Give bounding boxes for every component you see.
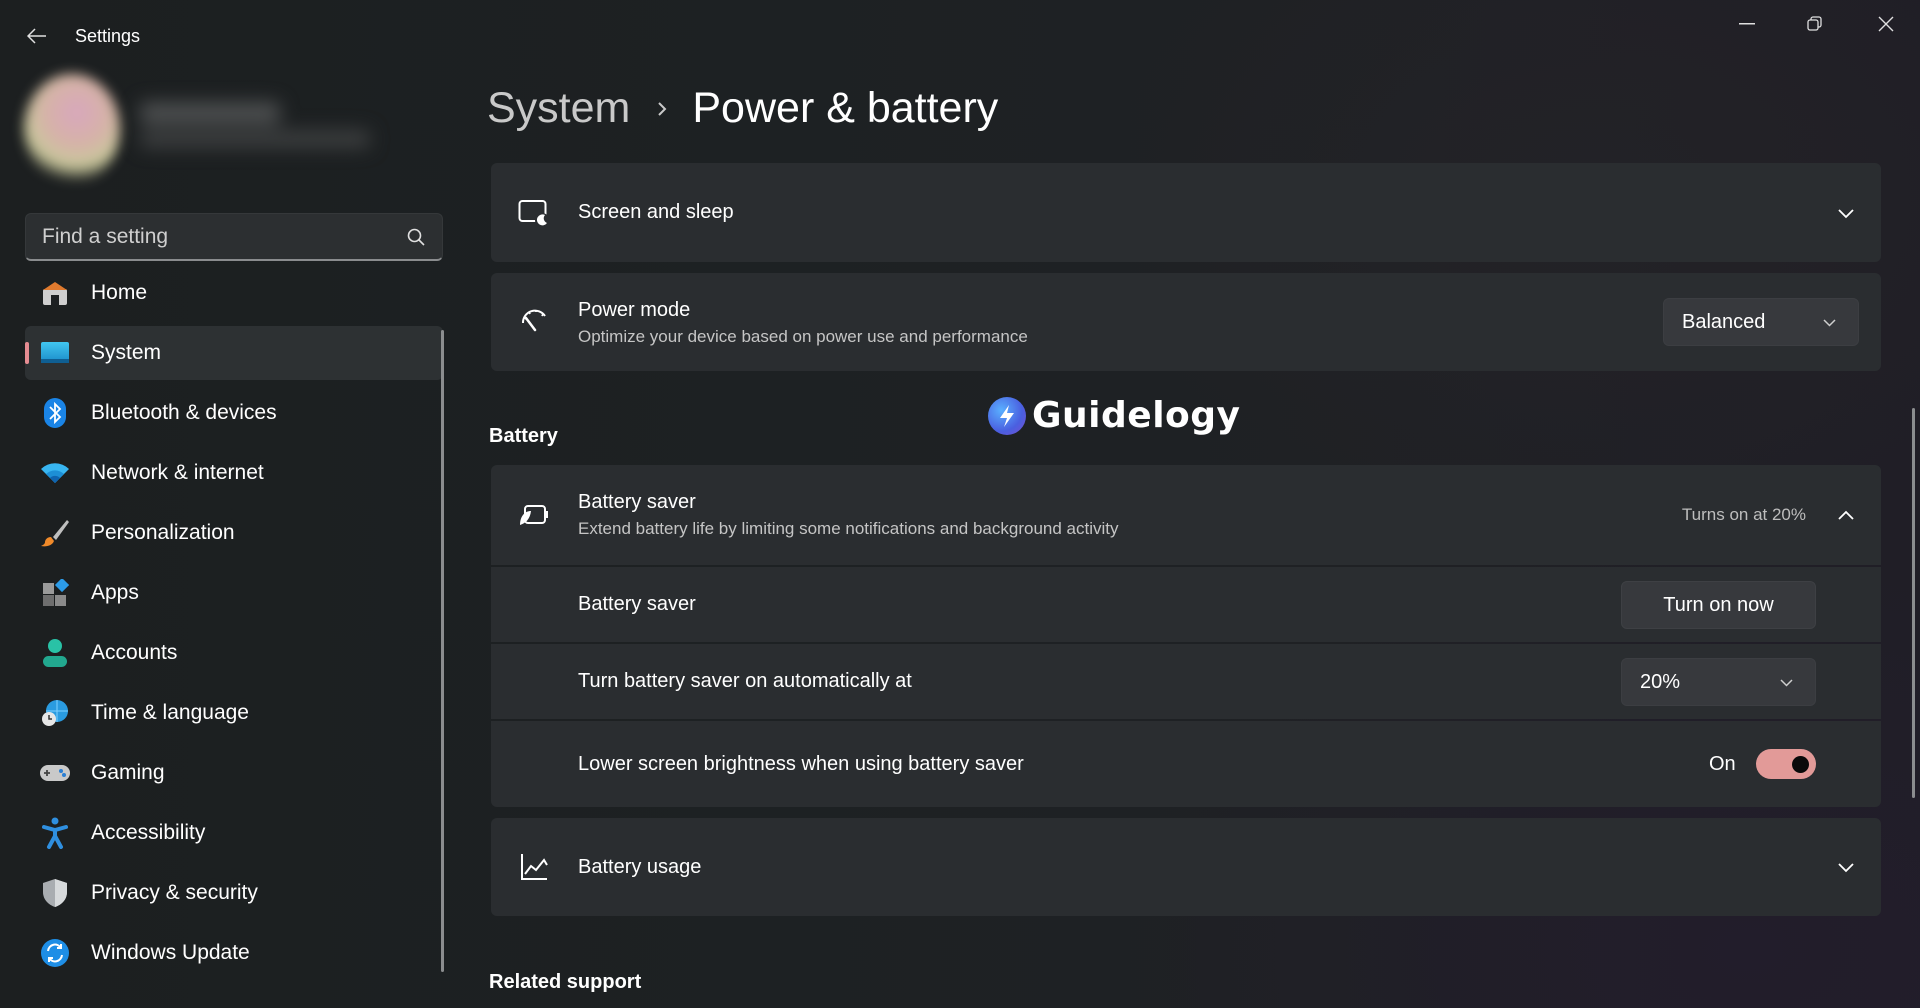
battery-saver-row-label: Battery saver	[578, 593, 696, 615]
lightning-logo-icon	[988, 396, 1026, 435]
main-scrollbar[interactable]	[1912, 408, 1915, 798]
lower-brightness-row: Lower screen brightness when using batte…	[491, 721, 1881, 807]
sidebar-item-label: Time & language	[91, 701, 249, 724]
auto-battery-saver-dropdown[interactable]: 20%	[1621, 658, 1816, 706]
auto-battery-saver-value: 20%	[1640, 670, 1681, 693]
sidebar-item-label: Gaming	[91, 761, 165, 784]
battery-usage-title: Battery usage	[578, 856, 702, 878]
related-support-heading: Related support	[489, 971, 642, 993]
system-display-icon	[39, 337, 71, 369]
sidebar-item-apps[interactable]: Apps	[25, 566, 443, 620]
battery-saver-row: Battery saver Turn on now	[491, 567, 1881, 642]
globe-clock-icon	[39, 697, 71, 729]
power-mode-subtitle: Optimize your device based on power use …	[578, 327, 1028, 346]
user-avatar[interactable]	[24, 74, 120, 184]
chevron-down-icon	[1780, 678, 1793, 687]
gamepad-icon	[39, 757, 71, 789]
update-icon	[39, 937, 71, 969]
power-mode-gauge-icon	[517, 304, 551, 338]
sidebar-item-system[interactable]: System	[25, 326, 443, 380]
battery-usage-card[interactable]: Battery usage	[491, 818, 1881, 916]
auto-battery-saver-label: Turn battery saver on automatically at	[578, 670, 912, 692]
bluetooth-icon	[39, 397, 71, 429]
accessibility-icon	[39, 817, 71, 849]
watermark-text: Guidelogy	[1032, 395, 1241, 436]
battery-saver-subtitle: Extend battery life by limiting some not…	[578, 519, 1119, 538]
guidelogy-watermark: Guidelogy	[988, 395, 1241, 436]
restore-button[interactable]	[1781, 0, 1849, 48]
auto-battery-saver-row: Turn battery saver on automatically at 2…	[491, 644, 1881, 719]
sidebar-item-personalization[interactable]: Personalization	[25, 506, 443, 560]
chevron-right-icon	[656, 99, 670, 119]
chevron-down-icon	[1823, 318, 1836, 327]
close-button[interactable]	[1852, 0, 1920, 48]
battery-saver-title: Battery saver	[578, 491, 696, 513]
chevron-down-icon[interactable]	[1837, 207, 1855, 219]
app-title: Settings	[75, 26, 141, 46]
sidebar-item-label: Windows Update	[91, 941, 250, 964]
battery-section-heading: Battery	[489, 425, 558, 447]
selection-indicator	[25, 342, 29, 364]
chevron-up-icon[interactable]	[1837, 509, 1855, 521]
power-mode-selected-value: Balanced	[1682, 310, 1766, 333]
minimize-icon	[1739, 23, 1755, 25]
sidebar-item-time-language[interactable]: Time & language	[25, 686, 443, 740]
close-icon	[1878, 16, 1894, 32]
sidebar-item-label: System	[91, 341, 162, 364]
sidebar-item-windows-update[interactable]: Windows Update	[25, 926, 443, 980]
sidebar-item-accessibility[interactable]: Accessibility	[25, 806, 443, 860]
lower-brightness-label: Lower screen brightness when using batte…	[578, 753, 1024, 775]
sidebar-item-gaming[interactable]: Gaming	[25, 746, 443, 800]
lower-brightness-toggle[interactable]	[1756, 749, 1816, 779]
breadcrumb-parent[interactable]: System	[487, 84, 630, 133]
sidebar-item-label: Home	[91, 281, 148, 304]
sidebar-item-label: Apps	[91, 581, 139, 604]
screen-sleep-title: Screen and sleep	[578, 201, 734, 223]
shield-icon	[39, 877, 71, 909]
apps-icon	[39, 577, 71, 609]
battery-saver-status: Turns on at 20%	[1681, 505, 1806, 524]
sidebar-item-accounts[interactable]: Accounts	[25, 626, 443, 680]
battery-saver-card-header[interactable]: Battery saver Extend battery life by lim…	[491, 465, 1881, 565]
power-mode-title: Power mode	[578, 299, 691, 321]
user-profile-info	[140, 102, 380, 154]
person-icon	[39, 637, 71, 669]
search-icon[interactable]	[406, 227, 426, 247]
sidebar-item-bluetooth-devices[interactable]: Bluetooth & devices	[25, 386, 443, 440]
restore-icon	[1807, 16, 1822, 31]
home-icon	[39, 277, 71, 309]
screen-sleep-card[interactable]: Screen and sleep	[491, 163, 1881, 262]
toggle-knob	[1792, 756, 1809, 773]
sidebar-item-label: Privacy & security	[91, 881, 258, 904]
sidebar-item-label: Accessibility	[91, 821, 206, 844]
battery-saver-leaf-icon	[517, 498, 551, 532]
power-mode-card: Power mode Optimize your device based on…	[491, 273, 1881, 371]
breadcrumb: System Power & battery	[487, 84, 998, 133]
sidebar-item-label: Personalization	[91, 521, 235, 544]
sidebar-item-label: Network & internet	[91, 461, 264, 484]
sidebar-item-label: Accounts	[91, 641, 178, 664]
sidebar-scrollbar[interactable]	[441, 330, 444, 972]
wifi-icon	[39, 457, 71, 489]
back-button[interactable]	[18, 18, 56, 54]
line-chart-icon	[517, 850, 551, 884]
search-box[interactable]	[25, 213, 443, 261]
lower-brightness-state: On	[1709, 753, 1736, 775]
turn-on-now-button[interactable]: Turn on now	[1621, 581, 1816, 629]
minimize-button[interactable]	[1713, 0, 1781, 48]
sidebar-item-privacy-security[interactable]: Privacy & security	[25, 866, 443, 920]
page-title: Power & battery	[692, 84, 999, 132]
title-bar: Settings	[0, 0, 1920, 72]
search-input[interactable]	[42, 224, 406, 249]
power-mode-dropdown[interactable]: Balanced	[1663, 298, 1859, 346]
sidebar-item-network-internet[interactable]: Network & internet	[25, 446, 443, 500]
paintbrush-icon	[39, 517, 71, 549]
screen-sleep-icon	[517, 196, 551, 230]
back-arrow-icon	[27, 28, 46, 44]
sidebar-nav: Home System Bluetooth & devices Network …	[25, 266, 443, 986]
chevron-down-icon[interactable]	[1837, 861, 1855, 873]
sidebar-item-home[interactable]: Home	[25, 266, 443, 320]
sidebar-item-label: Bluetooth & devices	[91, 401, 277, 424]
